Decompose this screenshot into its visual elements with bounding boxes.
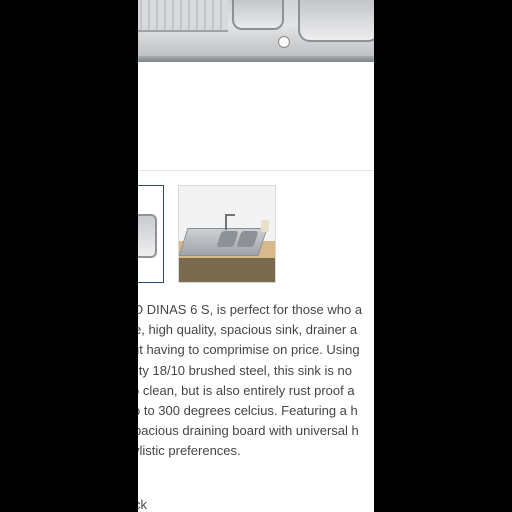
- description-line: o to 300 degrees celcius. Featuring a h: [138, 403, 358, 419]
- section-divider: [138, 170, 374, 171]
- description-line: pacious draining board with universal h: [138, 423, 359, 439]
- thumbnail-tap: [225, 214, 227, 230]
- description-line: e, high quality, spacious sink, drainer …: [138, 322, 358, 338]
- thumbnail-bottle: [261, 220, 269, 232]
- description-line: ut having to comprimise on price. Using: [138, 342, 360, 358]
- product-hero-image[interactable]: [138, 0, 374, 62]
- product-page: O DINAS 6 S, is perfect for those who a …: [138, 0, 374, 512]
- thumbnail-sink-kitchen-view[interactable]: [178, 185, 276, 283]
- product-description: O DINAS 6 S, is perfect for those who a …: [138, 300, 374, 462]
- thumbnail-tap-spout: [225, 214, 235, 216]
- description-line: ylistic preferences.: [138, 443, 241, 459]
- tap-hole: [278, 36, 290, 48]
- thumbnail-counter-edge: [179, 258, 275, 282]
- sink-bowl-large: [298, 0, 374, 42]
- thumbnail-sink-top-view[interactable]: [138, 185, 164, 283]
- sink-bowl-small: [232, 0, 284, 30]
- back-link[interactable]: ck: [138, 497, 147, 512]
- description-line: O DINAS 6 S, is perfect for those who a: [138, 302, 363, 317]
- sink-drainer: [138, 0, 228, 32]
- description-line: o clean, but is also entirely rust proof…: [138, 382, 355, 398]
- sink-rim: [138, 56, 374, 62]
- description-line: lity 18/10 brushed steel, this sink is n…: [138, 362, 352, 378]
- thumbnail-sink-image: [138, 214, 157, 258]
